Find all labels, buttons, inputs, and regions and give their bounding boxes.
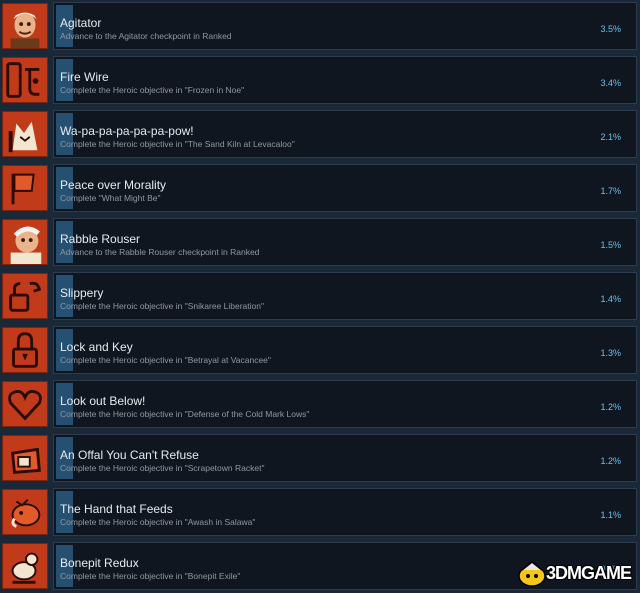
achievement-percent: 1.7% [600, 186, 621, 196]
agitator-character-icon [2, 3, 48, 49]
achievement-panel: An Offal You Can't Refuse Complete the H… [53, 434, 637, 482]
achievement-row[interactable]: The Hand that Feeds Complete the Heroic … [0, 486, 640, 538]
achievement-panel: Look out Below! Complete the Heroic obje… [53, 380, 637, 428]
achievement-row[interactable]: Fire Wire Complete the Heroic objective … [0, 54, 640, 106]
achievement-name: Rabble Rouser [60, 232, 141, 246]
achievement-panel: Slippery Complete the Heroic objective i… [53, 272, 637, 320]
fox-icon [2, 111, 48, 157]
boar-icon [2, 489, 48, 535]
offal-bucket-icon [2, 435, 48, 481]
3dmgame-logo-icon [516, 560, 548, 588]
achievement-name: Fire Wire [60, 70, 109, 84]
achievement-row[interactable]: Wa-pa-pa-pa-pa-pa-pow! Complete the Hero… [0, 108, 640, 160]
achievement-row[interactable]: An Offal You Can't Refuse Complete the H… [0, 432, 640, 484]
achievement-description: Complete the Heroic objective in "Defens… [60, 409, 310, 419]
achievement-panel: Lock and Key Complete the Heroic objecti… [53, 326, 637, 374]
lock-icon [2, 327, 48, 373]
achievement-panel: Wa-pa-pa-pa-pa-pa-pow! Complete the Hero… [53, 110, 637, 158]
achievement-panel: The Hand that Feeds Complete the Heroic … [53, 488, 637, 536]
watermark-text: 3DMGAME [546, 563, 632, 583]
rabble-rouser-character-icon [2, 219, 48, 265]
fire-wire-icon [2, 57, 48, 103]
achievement-percent: 1.5% [600, 240, 621, 250]
achievement-description: Complete the Heroic objective in "Scrape… [60, 463, 265, 473]
achievement-name: Peace over Morality [60, 178, 167, 192]
achievement-description: Complete the Heroic objective in "Frozen… [60, 85, 245, 95]
achievement-name: Lock and Key [60, 340, 133, 354]
achievement-description: Complete the Heroic objective in "Betray… [60, 355, 271, 365]
achievement-description: Complete the Heroic objective in "The Sa… [60, 139, 295, 149]
achievement-row[interactable]: Rabble Rouser Advance to the Rabble Rous… [0, 216, 640, 268]
achievement-percent: 1.1% [600, 510, 621, 520]
achievement-name: Slippery [60, 286, 104, 300]
achievement-percent: 1.4% [600, 294, 621, 304]
achievement-percent: 2.1% [600, 132, 621, 142]
watermark: 3DMGAME [516, 560, 638, 588]
achievement-percent: 1.2% [600, 456, 621, 466]
achievement-row[interactable]: Lock and Key Complete the Heroic objecti… [0, 324, 640, 376]
achievement-description: Complete the Heroic objective in "Bonepi… [60, 571, 241, 581]
achievement-description: Complete the Heroic objective in "Snikar… [60, 301, 265, 311]
achievement-panel: Agitator Advance to the Agitator checkpo… [53, 2, 637, 50]
achievement-percent: 1.2% [600, 402, 621, 412]
achievement-name: The Hand that Feeds [60, 502, 173, 516]
achievement-name: Bonepit Redux [60, 556, 139, 570]
achievement-percent: 1.3% [600, 348, 621, 358]
achievement-name: Look out Below! [60, 394, 146, 408]
achievement-description: Complete "What Might Be" [60, 193, 161, 203]
achievement-percent: 3.5% [600, 24, 621, 34]
achievement-row[interactable]: Slippery Complete the Heroic objective i… [0, 270, 640, 322]
achievement-name: Agitator [60, 16, 102, 30]
achievement-description: Advance to the Rabble Rouser checkpoint … [60, 247, 260, 257]
achievement-name: An Offal You Can't Refuse [60, 448, 199, 462]
broken-lock-icon [2, 273, 48, 319]
achievement-row[interactable]: Look out Below! Complete the Heroic obje… [0, 378, 640, 430]
achievement-description: Complete the Heroic objective in "Awash … [60, 517, 256, 527]
achievement-row[interactable]: Peace over Morality Complete "What Might… [0, 162, 640, 214]
achievement-name: Wa-pa-pa-pa-pa-pa-pow! [60, 124, 194, 138]
achievement-description: Advance to the Agitator checkpoint in Ra… [60, 31, 232, 41]
banner-icon [2, 165, 48, 211]
bird-icon [2, 543, 48, 589]
achievement-row[interactable]: Agitator Advance to the Agitator checkpo… [0, 0, 640, 52]
achievement-percent: 3.4% [600, 78, 621, 88]
heart-icon [2, 381, 48, 427]
achievement-panel: Peace over Morality Complete "What Might… [53, 164, 637, 212]
achievement-panel: Rabble Rouser Advance to the Rabble Rous… [53, 218, 637, 266]
achievement-panel: Fire Wire Complete the Heroic objective … [53, 56, 637, 104]
